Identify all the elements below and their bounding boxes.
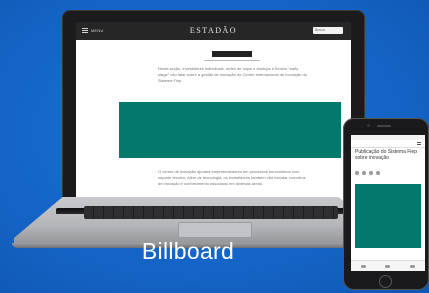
share-link-icon[interactable] <box>369 171 373 175</box>
phone-menu-icon[interactable] <box>417 142 421 145</box>
billboard-ad[interactable] <box>119 102 341 158</box>
phone-camera-icon <box>367 124 370 127</box>
site-header: MENU ESTADÃO Busca <box>76 22 351 40</box>
laptop-lid: MENU ESTADÃO Busca Nesta seção, investid… <box>62 10 365 210</box>
phone-article-title[interactable]: Publicação do Sistema Fiep sobre inovaçã… <box>355 149 421 161</box>
section-tag <box>212 51 252 57</box>
phone-speaker <box>377 125 391 127</box>
phone-billboard-ad[interactable] <box>355 184 421 248</box>
phone-site-header <box>351 140 425 148</box>
phone-footer-bar <box>351 260 425 271</box>
share-more-icon[interactable] <box>376 171 380 175</box>
promo-stage: MENU ESTADÃO Busca Nesta seção, investid… <box>0 0 429 293</box>
share-twitter-icon[interactable] <box>362 171 366 175</box>
laptop-screen: MENU ESTADÃO Busca Nesta seção, investid… <box>76 22 351 210</box>
article-paragraph-body: O centro de inovação ajudará empreendedo… <box>158 169 306 186</box>
format-caption: Billboard <box>141 238 235 264</box>
laptop-keyboard <box>84 206 338 219</box>
phone-screen: Publicação do Sistema Fiep sobre inovaçã… <box>351 135 425 271</box>
article-paragraph-intro: Nesta seção, investidores individuais, r… <box>158 66 307 83</box>
footer-share-icon[interactable] <box>385 264 391 268</box>
site-logo[interactable]: ESTADÃO <box>76 26 351 35</box>
phone-home-button[interactable] <box>379 275 392 288</box>
laptop-trackpad <box>178 222 252 238</box>
search-button[interactable]: Busca <box>313 27 343 34</box>
footer-back-icon[interactable] <box>360 264 366 268</box>
share-facebook-icon[interactable] <box>355 171 359 175</box>
section-divider <box>204 60 260 61</box>
phone: Publicação do Sistema Fiep sobre inovaçã… <box>343 118 429 290</box>
phone-share-bar <box>355 171 380 175</box>
footer-tabs-icon[interactable] <box>410 264 416 268</box>
